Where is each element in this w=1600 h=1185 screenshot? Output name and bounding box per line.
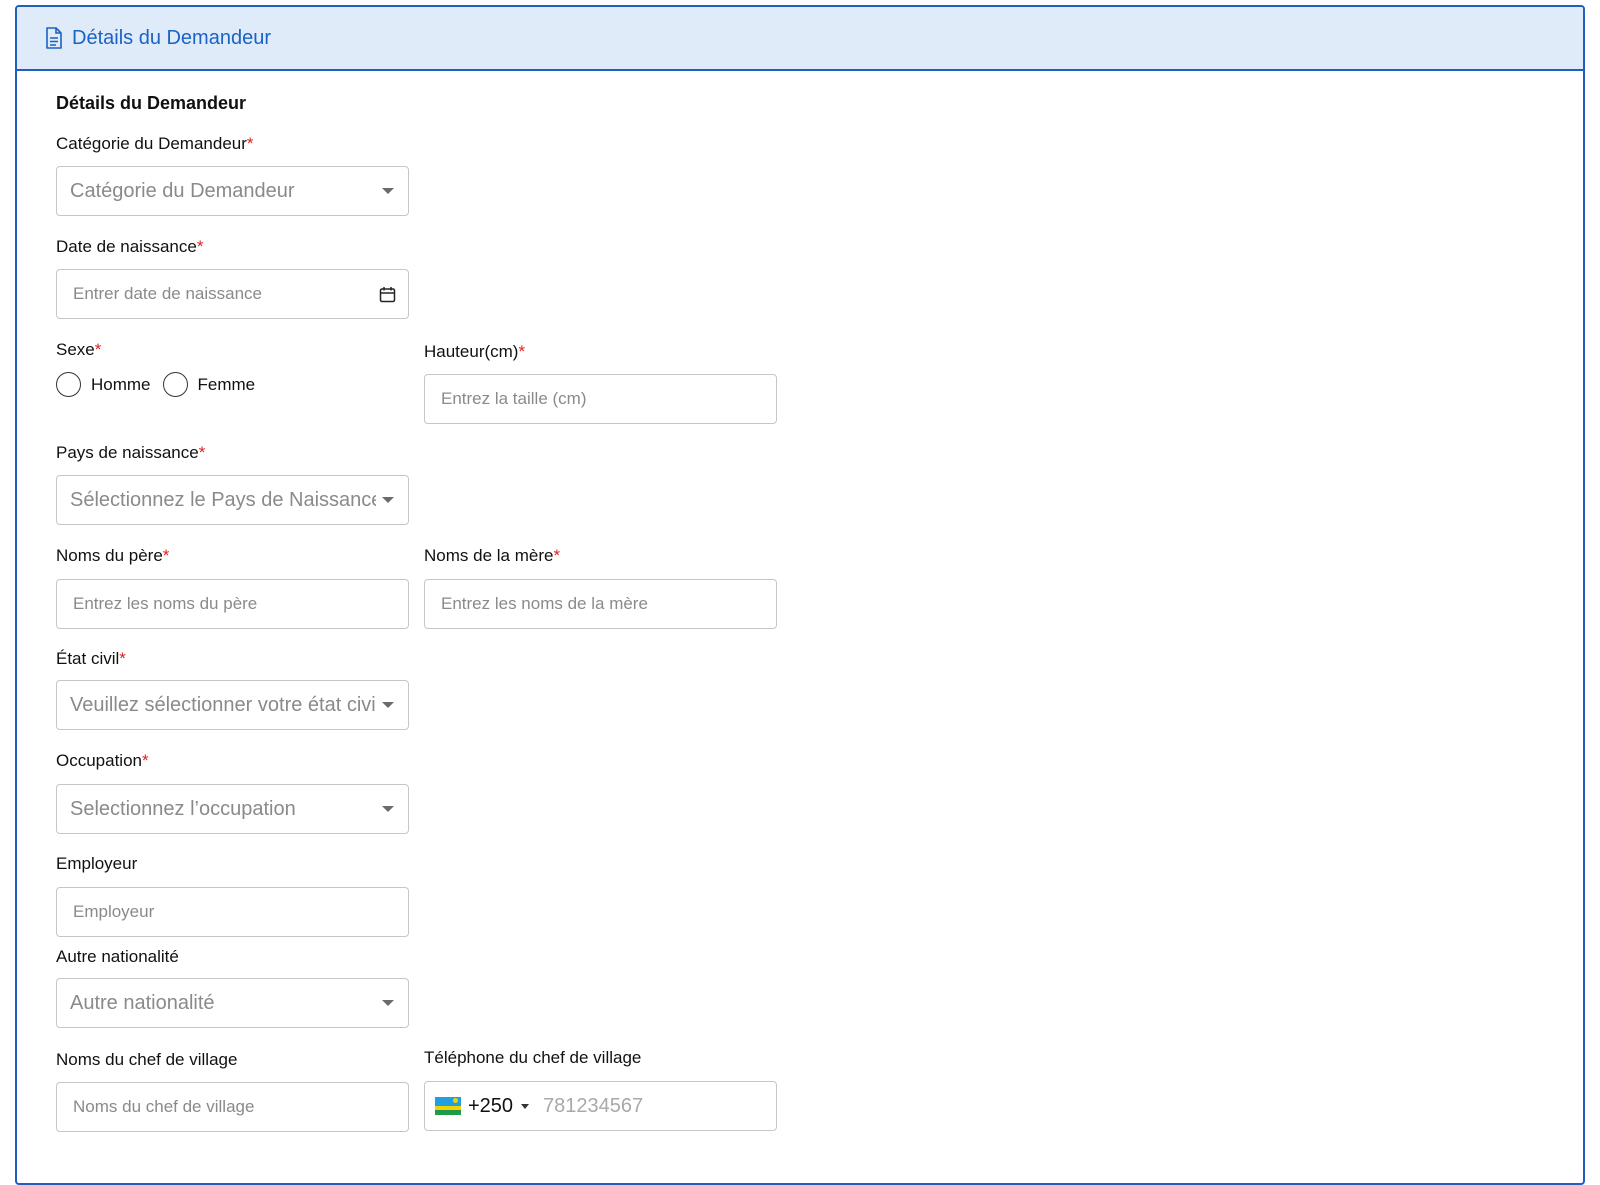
required-mark: * xyxy=(518,342,526,361)
mother-names-placeholder: Entrez les noms de la mère xyxy=(441,594,648,613)
calendar-icon[interactable] xyxy=(379,286,396,303)
village-chief-names-input[interactable]: Noms du chef de village xyxy=(56,1082,409,1132)
occupation-label: Occupation* xyxy=(56,751,149,771)
radio-homme[interactable]: Homme xyxy=(56,372,151,397)
caret-down-icon[interactable] xyxy=(521,1103,530,1109)
civil-status-placeholder: Veuillez sélectionner votre état civi xyxy=(70,693,376,716)
phone-placeholder: 781234567 xyxy=(543,1094,644,1117)
radio-homme-label: Homme xyxy=(91,374,151,394)
father-names-input[interactable]: Entrez les noms du père xyxy=(56,579,409,629)
civil-status-label-text: État civil xyxy=(56,649,120,668)
required-mark: * xyxy=(198,443,206,462)
required-mark: * xyxy=(246,134,254,153)
mother-names-input[interactable]: Entrez les noms de la mère xyxy=(424,579,777,629)
other-nationality-select[interactable]: Autre nationalité xyxy=(56,978,409,1028)
birth-country-placeholder: Sélectionnez le Pays de Naissance xyxy=(70,488,376,511)
required-mark: * xyxy=(142,751,149,770)
height-input[interactable]: Entrez la taille (cm) xyxy=(424,374,777,424)
category-label-text: Catégorie du Demandeur xyxy=(56,134,247,153)
rwanda-flag-icon[interactable] xyxy=(435,1097,461,1115)
sex-label-text: Sexe xyxy=(56,340,95,359)
required-mark: * xyxy=(196,237,204,256)
radio-femme[interactable]: Femme xyxy=(162,372,256,397)
other-nationality-placeholder: Autre nationalité xyxy=(70,991,215,1014)
village-chief-names-label-text: Noms du chef de village xyxy=(56,1050,238,1069)
height-label: Hauteur(cm)* xyxy=(424,342,525,362)
other-nationality-label: Autre nationalité xyxy=(56,947,179,967)
birth-country-select[interactable]: Sélectionnez le Pays de Naissance xyxy=(56,475,409,525)
employer-label: Employeur xyxy=(56,854,137,874)
category-select[interactable]: Catégorie du Demandeur xyxy=(56,166,409,216)
father-names-placeholder: Entrez les noms du père xyxy=(73,594,258,613)
category-select-placeholder: Catégorie du Demandeur xyxy=(70,179,295,202)
required-mark: * xyxy=(162,546,170,565)
radio-femme-label: Femme xyxy=(197,374,256,394)
dial-code[interactable]: +250 xyxy=(468,1095,513,1118)
section-title: Détails du Demandeur xyxy=(56,93,247,113)
village-chief-names-label: Noms du chef de village xyxy=(56,1050,237,1070)
required-mark: * xyxy=(94,340,102,359)
birth-country-label-text: Pays de naissance xyxy=(56,443,199,462)
height-label-text: Hauteur(cm) xyxy=(424,342,519,361)
caret-down-icon xyxy=(382,702,394,708)
mother-names-label-text: Noms de la mère xyxy=(424,546,554,565)
village-chief-names-placeholder: Noms du chef de village xyxy=(73,1097,255,1116)
birth-date-input[interactable]: Entrer date de naissance xyxy=(56,269,409,319)
occupation-placeholder: Selectionnez l’occupation xyxy=(70,797,296,820)
occupation-select[interactable]: Selectionnez l’occupation xyxy=(56,784,409,834)
applicant-details-card: Détails du Demandeur Détails du Demandeu… xyxy=(15,5,1585,1185)
civil-status-select[interactable]: Veuillez sélectionner votre état civi xyxy=(56,680,409,730)
mother-names-label: Noms de la mère* xyxy=(424,546,560,566)
birth-date-placeholder: Entrer date de naissance xyxy=(73,284,263,303)
radio-circle[interactable] xyxy=(162,372,188,397)
caret-down-icon xyxy=(382,1000,394,1006)
village-chief-phone-label-text: Téléphone du chef de village xyxy=(424,1048,642,1067)
card-header-title: Détails du Demandeur xyxy=(72,26,271,49)
required-mark: * xyxy=(119,649,126,668)
employer-placeholder: Employeur xyxy=(73,902,155,921)
caret-down-icon xyxy=(382,497,394,503)
sex-radio-group: Homme Femme xyxy=(56,372,267,397)
father-names-label-text: Noms du père xyxy=(56,546,163,565)
village-chief-phone-input[interactable]: +250 781234567 xyxy=(424,1081,777,1131)
civil-status-label: État civil* xyxy=(56,649,126,669)
other-nationality-label-text: Autre nationalité xyxy=(56,947,179,966)
employer-label-text: Employeur xyxy=(56,854,138,873)
document-icon xyxy=(45,27,63,49)
height-placeholder: Entrez la taille (cm) xyxy=(441,389,587,408)
sex-label: Sexe* xyxy=(56,340,101,360)
radio-circle[interactable] xyxy=(56,372,81,397)
birth-date-label: Date de naissance* xyxy=(56,237,203,257)
village-chief-phone-label: Téléphone du chef de village xyxy=(424,1048,641,1068)
caret-down-icon xyxy=(382,806,394,812)
caret-down-icon xyxy=(382,188,394,194)
category-label: Catégorie du Demandeur* xyxy=(56,134,254,154)
occupation-label-text: Occupation xyxy=(56,751,142,770)
birth-date-label-text: Date de naissance xyxy=(56,237,197,256)
card-header: Détails du Demandeur xyxy=(17,7,1583,71)
employer-input[interactable]: Employeur xyxy=(56,887,409,937)
birth-country-label: Pays de naissance* xyxy=(56,443,205,463)
required-mark: * xyxy=(553,546,561,565)
father-names-label: Noms du père* xyxy=(56,546,169,566)
